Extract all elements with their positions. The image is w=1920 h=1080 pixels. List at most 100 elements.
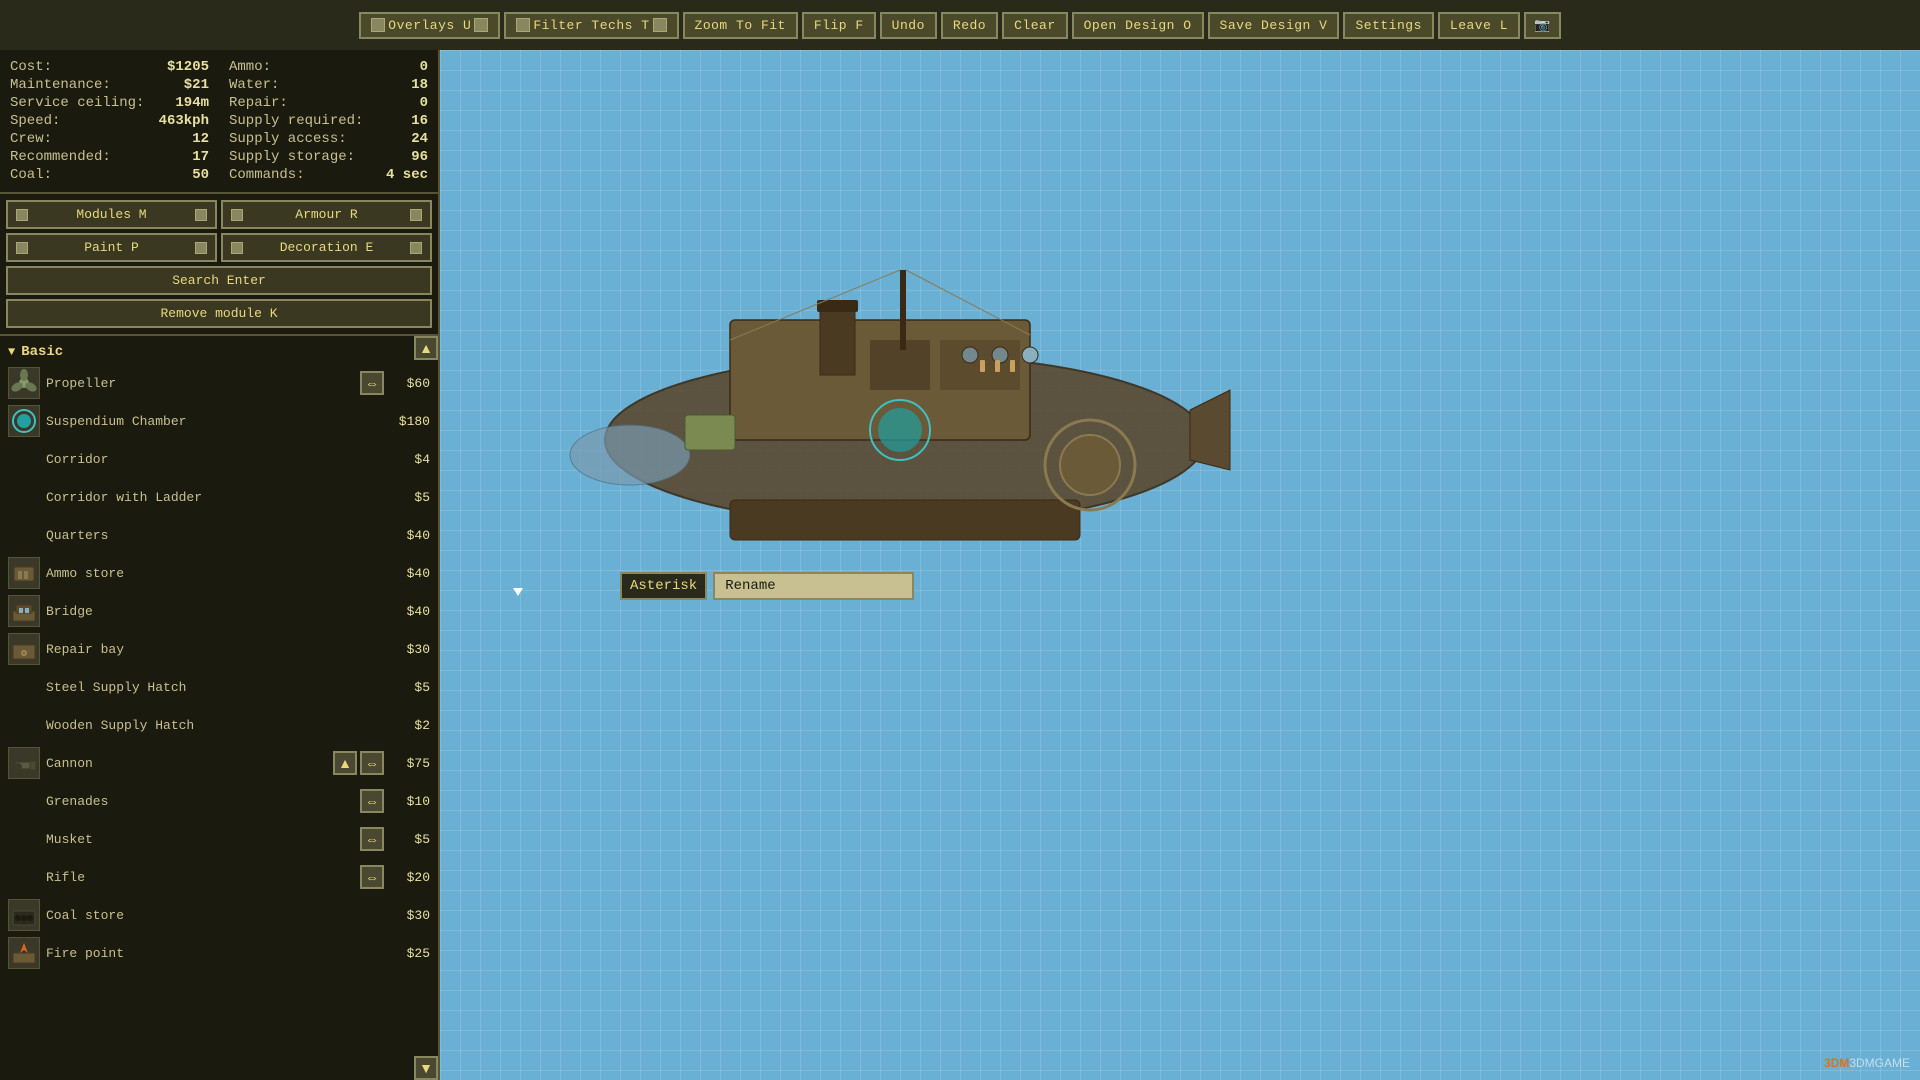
grenades-flip-button[interactable]: ⇔ [360,789,384,813]
rename-input[interactable] [713,572,914,600]
modules-indicator2 [195,209,207,221]
ammo-store-icon [8,557,40,589]
propeller-icon [8,367,40,399]
module-wooden-hatch[interactable]: Wooden Supply Hatch $2 [0,706,438,744]
stat-supply-required: Supply required: 16 [229,112,428,130]
module-grenades[interactable]: Grenades ⇔ $10 [0,782,438,820]
stat-commands: Commands: 4 sec [229,166,428,184]
watermark: 3DM3DMGAME [1824,1056,1910,1070]
cannon-icon [8,747,40,779]
stat-service-ceiling: Service ceiling: 194m [10,94,209,112]
search-button[interactable]: Search Enter [6,266,432,295]
corridor-ladder-no-icon [8,481,40,513]
module-corridor-ladder[interactable]: Corridor with Ladder $5 [0,478,438,516]
stat-cost: Cost: $1205 [10,58,209,76]
module-list-container: ▼ Basic Propeller ⇔ $60 Suspendium Cha [0,336,438,1080]
decoration-indicator [231,242,243,254]
filter-indicator [516,18,530,32]
paint-button[interactable]: Paint P [6,233,217,262]
stats-area: Cost: $1205 Maintenance: $21 Service cei… [0,50,438,194]
propeller-controls: ⇔ [360,371,384,395]
grenades-controls: ⇔ [360,789,384,813]
module-fire-point[interactable]: Fire point $25 [0,934,438,972]
open-design-button[interactable]: Open design O [1072,12,1204,39]
module-rifle[interactable]: Rifle ⇔ $20 [0,858,438,896]
module-corridor[interactable]: Corridor $4 [0,440,438,478]
steel-hatch-no-icon [8,671,40,703]
paint-indicator [16,242,28,254]
bridge-icon [8,595,40,627]
right-stats-col: Ammo: 0 Water: 18 Repair: 0 Supply requi… [229,58,428,184]
cannon-up-button[interactable]: ▲ [333,751,357,775]
modules-button[interactable]: Modules M [6,200,217,229]
overlays-indicator2 [474,18,488,32]
module-list: ▼ Basic Propeller ⇔ $60 Suspendium Cha [0,336,438,976]
svg-text:⚙: ⚙ [20,649,27,660]
module-steel-hatch[interactable]: Steel Supply Hatch $5 [0,668,438,706]
cursor-indicator [513,588,523,596]
cannon-flip-button[interactable]: ⇔ [360,751,384,775]
coal-store-icon [8,899,40,931]
suspendium-icon [8,405,40,437]
rename-label: Asterisk [620,572,707,600]
rename-dialog: Asterisk [620,572,914,600]
stat-repair: Repair: 0 [229,94,428,112]
armour-button[interactable]: Armour R [221,200,432,229]
stat-water: Water: 18 [229,76,428,94]
scroll-up-button[interactable]: ▲ [414,336,438,360]
quarters-no-icon [8,519,40,551]
settings-button[interactable]: Settings [1343,12,1433,39]
category-buttons: Modules M Armour R Paint P Decoration E … [0,194,438,336]
stat-supply-access: Supply access: 24 [229,130,428,148]
scroll-down-button[interactable]: ▼ [414,1056,438,1080]
filter-indicator2 [653,18,667,32]
rifle-flip-button[interactable]: ⇔ [360,865,384,889]
stat-speed: Speed: 463kph [10,112,209,130]
musket-flip-button[interactable]: ⇔ [360,827,384,851]
stat-recommended: Recommended: 17 [10,148,209,166]
left-panel: Cost: $1205 Maintenance: $21 Service cei… [0,50,440,1080]
modules-indicator [16,209,28,221]
cannon-controls: ▲ ⇔ [333,751,384,775]
filter-techs-button[interactable]: Filter Techs T [504,12,678,39]
toolbar: Overlays U Filter Techs T Zoom to fit Fl… [0,0,1920,50]
grenades-no-icon [8,785,40,817]
stat-supply-storage: Supply storage: 96 [229,148,428,166]
module-cannon[interactable]: Cannon ▲ ⇔ $75 [0,744,438,782]
armour-indicator [231,209,243,221]
flip-button[interactable]: Flip F [802,12,876,39]
stat-coal: Coal: 50 [10,166,209,184]
screenshot-button[interactable]: 📷 [1524,12,1561,39]
fire-point-icon [8,937,40,969]
save-design-button[interactable]: Save design V [1208,12,1340,39]
clear-button[interactable]: Clear [1002,12,1068,39]
design-canvas[interactable] [440,50,1920,1080]
repair-bay-icon: ⚙ [8,633,40,665]
paint-indicator2 [195,242,207,254]
module-suspendium[interactable]: Suspendium Chamber $180 [0,402,438,440]
stat-ammo: Ammo: 0 [229,58,428,76]
decoration-indicator2 [410,242,422,254]
decoration-button[interactable]: Decoration E [221,233,432,262]
remove-module-button[interactable]: Remove module K [6,299,432,328]
ship-illustration [530,260,1280,610]
overlays-indicator [371,18,385,32]
musket-controls: ⇔ [360,827,384,851]
undo-button[interactable]: Undo [880,12,937,39]
module-propeller[interactable]: Propeller ⇔ $60 [0,364,438,402]
zoom-to-fit-button[interactable]: Zoom to fit [683,12,798,39]
rifle-no-icon [8,861,40,893]
leave-button[interactable]: Leave L [1438,12,1520,39]
module-coal-store[interactable]: Coal store $30 [0,896,438,934]
overlays-button[interactable]: Overlays U [359,12,500,39]
module-bridge[interactable]: Bridge $40 [0,592,438,630]
module-ammo-store[interactable]: Ammo store $40 [0,554,438,592]
module-repair-bay[interactable]: ⚙ Repair bay $30 [0,630,438,668]
stat-crew: Crew: 12 [10,130,209,148]
module-quarters[interactable]: Quarters $40 [0,516,438,554]
propeller-flip-button[interactable]: ⇔ [360,371,384,395]
module-musket[interactable]: Musket ⇔ $5 [0,820,438,858]
left-stats-col: Cost: $1205 Maintenance: $21 Service cei… [10,58,209,184]
redo-button[interactable]: Redo [941,12,998,39]
basic-section-header: ▼ Basic [0,340,438,364]
